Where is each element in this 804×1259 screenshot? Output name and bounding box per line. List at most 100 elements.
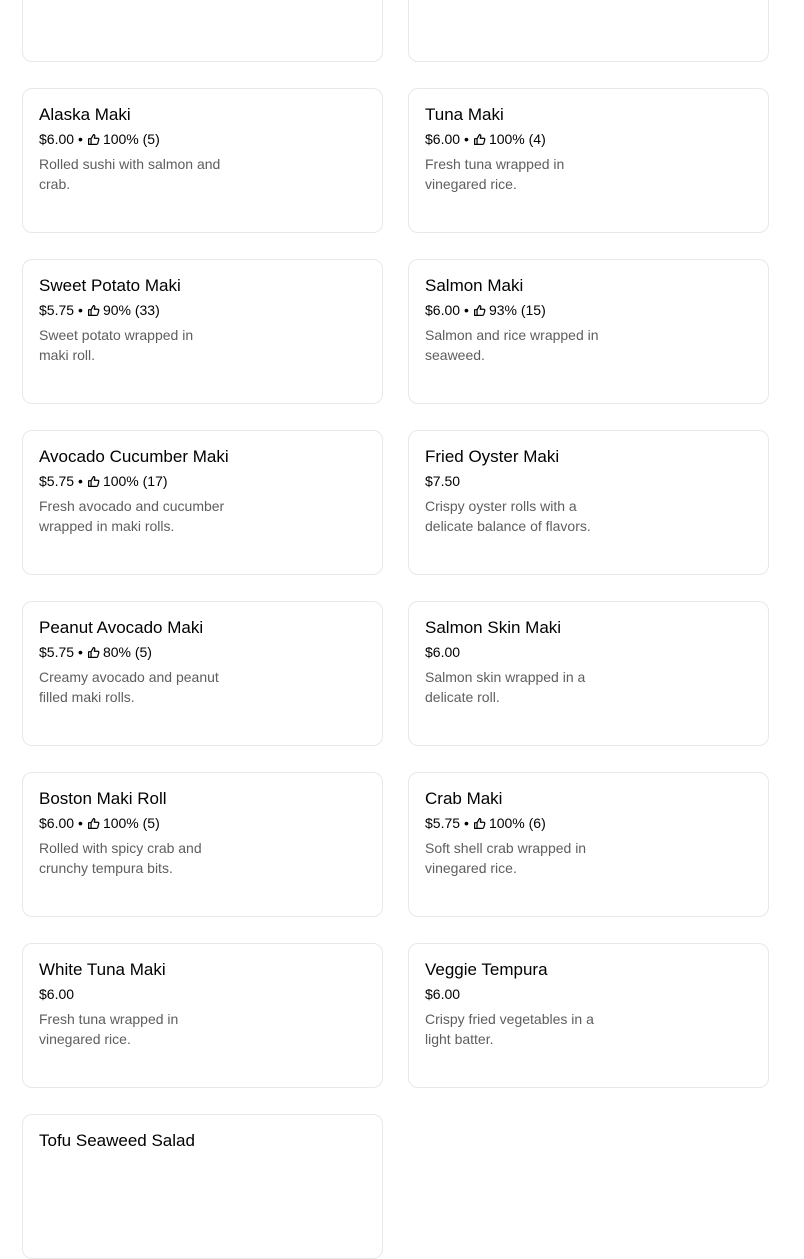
menu-item-description: Salmon skin wrapped in a delicate roll.	[425, 669, 586, 705]
menu-item-info: Salmon Maki $6.00 • 93% (15) Salmon and rice…	[425, 276, 615, 365]
menu-item-info: Alaska Maki $6.00 • 100% (5) Rolled sushi wi…	[39, 105, 229, 194]
menu-item-info: Veggie Tempura $6.00 Crispy fried vegetabl…	[425, 960, 615, 1049]
menu-item-name: Avocado Cucumber Maki	[39, 447, 229, 466]
menu-item-meta: $7.50	[425, 472, 615, 490]
menu-item-description: Fresh avocado and cucumber wrapped in ma…	[39, 498, 225, 534]
meta-separator: •	[464, 815, 469, 831]
menu-item-card[interactable]: Alaska Maki $6.00 • 100% (5) Rolled sushi wi…	[22, 88, 383, 233]
thumbs-up-icon	[473, 304, 486, 317]
menu-item-price: $6.00	[425, 131, 461, 147]
menu-item-price: $6.00	[39, 131, 75, 147]
menu-item-price: $5.75	[39, 302, 75, 318]
menu-item-description: Crispy fried vegetables in a light batte…	[425, 1011, 594, 1047]
menu-item-description: Crispy oyster rolls with a delicate bala…	[425, 498, 591, 534]
menu-item-meta: $6.00 • 100% (5)	[39, 130, 229, 148]
menu-item-rating: 80% (5)	[102, 644, 152, 660]
menu-item-card[interactable]: Tofu Seaweed Salad	[22, 1114, 383, 1259]
thumbs-up-icon	[87, 817, 100, 830]
menu-item-info: Fried Oyster Maki $7.50 Crispy oyster roll…	[425, 447, 615, 536]
menu-item-meta: $6.00 • 93% (15)	[425, 301, 615, 319]
menu-item-card[interactable]: Peanut Avocado Maki $5.75 • 80% (5) Creamy a…	[22, 601, 383, 746]
menu-item-info: Sweet Potato Maki $5.75 • 90% (33) Sweet pot…	[39, 276, 229, 365]
menu-item-card[interactable]: White Tuna Maki $6.00 Fresh tuna wrapped i…	[22, 943, 383, 1088]
menu-item-meta: $6.00	[39, 985, 229, 1003]
menu-item-name: White Tuna Maki	[39, 960, 166, 979]
menu-item-meta: $5.75 • 100% (17)	[39, 472, 229, 490]
menu-item-name: Peanut Avocado Maki	[39, 618, 204, 637]
menu-item-price: $6.00	[425, 644, 461, 660]
thumbs-up-icon	[473, 133, 486, 146]
menu-item-card[interactable]: Crab Maki $5.75 • 100% (6) Soft shell crab w…	[408, 772, 769, 917]
menu-item-info: White Tuna Maki $6.00 Fresh tuna wrapped i…	[39, 960, 229, 1049]
menu-item-price: $7.50	[425, 473, 461, 489]
menu-item-card[interactable]: Fried Oyster Maki $7.50 Crispy oyster roll…	[408, 430, 769, 575]
menu-item-info: Avocado Cucumber Maki $5.75 • 100% (17) Fres…	[39, 447, 229, 536]
meta-separator: •	[78, 815, 83, 831]
menu-item-card[interactable]: Salmon Skin Maki $6.00 Salmon skin wrapped…	[408, 601, 769, 746]
menu-item-name: Salmon Skin Maki	[425, 618, 562, 637]
menu-item-rating: 100% (17)	[102, 473, 168, 489]
menu-item-rating: 93% (15)	[488, 302, 546, 318]
menu-item-meta: $5.75 • 100% (6)	[425, 814, 615, 832]
menu-item-description: Sweet potato wrapped in maki roll.	[39, 327, 194, 363]
menu-item-description: Salmon and rice wrapped in seaweed.	[425, 327, 599, 363]
menu-item-description: Fresh tuna wrapped in vinegared rice.	[425, 156, 565, 192]
thumbs-up-icon	[87, 133, 100, 146]
meta-separator: •	[464, 302, 469, 318]
menu-item-info: Salmon Skin Maki $6.00 Salmon skin wrapped…	[425, 618, 615, 707]
menu-item-description: Creamy avocado and peanut filled maki ro…	[39, 669, 219, 705]
menu-item-name: Tofu Seaweed Salad	[39, 1131, 195, 1150]
menu-item-meta: $6.00	[425, 985, 615, 1003]
menu-item-card[interactable]: Fresh avocado and salmon wrapped in maki…	[22, 0, 383, 62]
menu-item-price: $5.75	[39, 473, 75, 489]
menu-item-card[interactable]: Fresh fish wrapped in sushi rice.	[408, 0, 769, 62]
menu-item-name: Crab Maki	[425, 789, 503, 808]
menu-item-price: $6.00	[425, 302, 461, 318]
menu-item-price: $6.00	[39, 815, 75, 831]
menu-item-price: $5.75	[425, 815, 461, 831]
menu-item-card[interactable]: Salmon Maki $6.00 • 93% (15) Salmon and rice…	[408, 259, 769, 404]
thumbs-up-icon	[87, 304, 100, 317]
menu-item-description: Rolled with spicy crab and crunchy tempu…	[39, 840, 202, 876]
meta-separator: •	[78, 644, 83, 660]
menu-item-card[interactable]: Boston Maki Roll $6.00 • 100% (5) Rolled wit…	[22, 772, 383, 917]
menu-item-card[interactable]: Veggie Tempura $6.00 Crispy fried vegetabl…	[408, 943, 769, 1088]
menu-item-description: Rolled sushi with salmon and crab.	[39, 156, 221, 192]
menu-item-info: Tofu Seaweed Salad	[39, 1131, 229, 1162]
menu-item-price: $6.00	[425, 986, 461, 1002]
menu-item-card[interactable]: Tuna Maki $6.00 • 100% (4) Fresh tuna wrappe…	[408, 88, 769, 233]
menu-item-info: Peanut Avocado Maki $5.75 • 80% (5) Creamy a…	[39, 618, 229, 707]
menu-item-rating: 100% (6)	[488, 815, 546, 831]
menu-item-name: Salmon Maki	[425, 276, 524, 295]
menu-item-meta: $6.00	[425, 643, 615, 661]
menu-item-name: Sweet Potato Maki	[39, 276, 181, 295]
thumbs-up-icon	[473, 817, 486, 830]
menu-item-name: Fried Oyster Maki	[425, 447, 560, 466]
menu-item-rating: 90% (33)	[102, 302, 160, 318]
thumbs-up-icon	[87, 475, 100, 488]
meta-separator: •	[78, 131, 83, 147]
menu-item-rating: 100% (4)	[488, 131, 546, 147]
menu-item-meta: $6.00 • 100% (4)	[425, 130, 615, 148]
menu-item-card[interactable]: Avocado Cucumber Maki $5.75 • 100% (17) Fres…	[22, 430, 383, 575]
menu-item-name: Boston Maki Roll	[39, 789, 167, 808]
menu-item-meta: $5.75 • 90% (33)	[39, 301, 229, 319]
thumbs-up-icon	[87, 646, 100, 659]
menu-item-meta: $5.75 • 80% (5)	[39, 643, 229, 661]
menu-item-card[interactable]: Sweet Potato Maki $5.75 • 90% (33) Sweet pot…	[22, 259, 383, 404]
menu-item-description: Fresh tuna wrapped in vinegared rice.	[39, 1011, 179, 1047]
menu-item-name: Tuna Maki	[425, 105, 504, 124]
menu-item-rating: 100% (5)	[102, 815, 160, 831]
meta-separator: •	[78, 302, 83, 318]
menu-item-name: Veggie Tempura	[425, 960, 548, 979]
menu-item-price: $5.75	[39, 644, 75, 660]
menu-item-info: Crab Maki $5.75 • 100% (6) Soft shell crab w…	[425, 789, 615, 878]
menu-item-info: Boston Maki Roll $6.00 • 100% (5) Rolled wit…	[39, 789, 229, 878]
menu-item-info: Tuna Maki $6.00 • 100% (4) Fresh tuna wrappe…	[425, 105, 615, 194]
menu-item-meta: $6.00 • 100% (5)	[39, 814, 229, 832]
meta-separator: •	[464, 131, 469, 147]
menu-item-rating: 100% (5)	[102, 131, 160, 147]
meta-separator: •	[78, 473, 83, 489]
menu-item-description: Soft shell crab wrapped in vinegared ric…	[425, 840, 587, 876]
menu-item-name: Alaska Maki	[39, 105, 131, 124]
